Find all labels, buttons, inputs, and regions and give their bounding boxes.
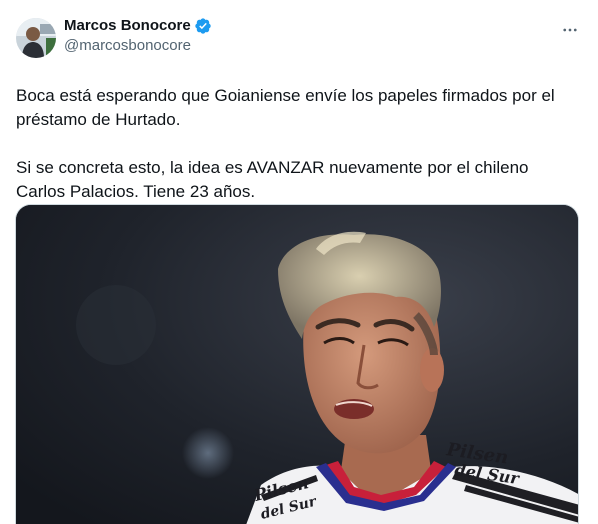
avatar-image [16,18,56,58]
user-handle[interactable]: @marcosbonocore [64,36,212,56]
tweet-text: Boca está esperando que Goianiense envíe… [16,84,582,204]
tweet-paragraph-1: Boca está esperando que Goianiense envíe… [16,86,555,129]
tweet-header: Marcos Bonocore @marcosbonocore [16,16,582,60]
tweet-paragraph-2: Si se concreta esto, la idea es AVANZAR … [16,158,529,201]
avatar[interactable] [16,18,56,58]
tweet-card[interactable]: Marcos Bonocore @marcosbonocore Boca est… [0,0,598,524]
tweet-photo[interactable]: Pilsen del Sur Pilsen del Sur [15,204,579,524]
verified-badge-icon[interactable] [194,17,212,35]
player-photo: Pilsen del Sur Pilsen del Sur [16,205,578,524]
name-row: Marcos Bonocore [64,16,212,36]
user-info: Marcos Bonocore @marcosbonocore [64,16,212,56]
display-name[interactable]: Marcos Bonocore [64,16,191,36]
more-options-icon[interactable] [560,20,580,40]
